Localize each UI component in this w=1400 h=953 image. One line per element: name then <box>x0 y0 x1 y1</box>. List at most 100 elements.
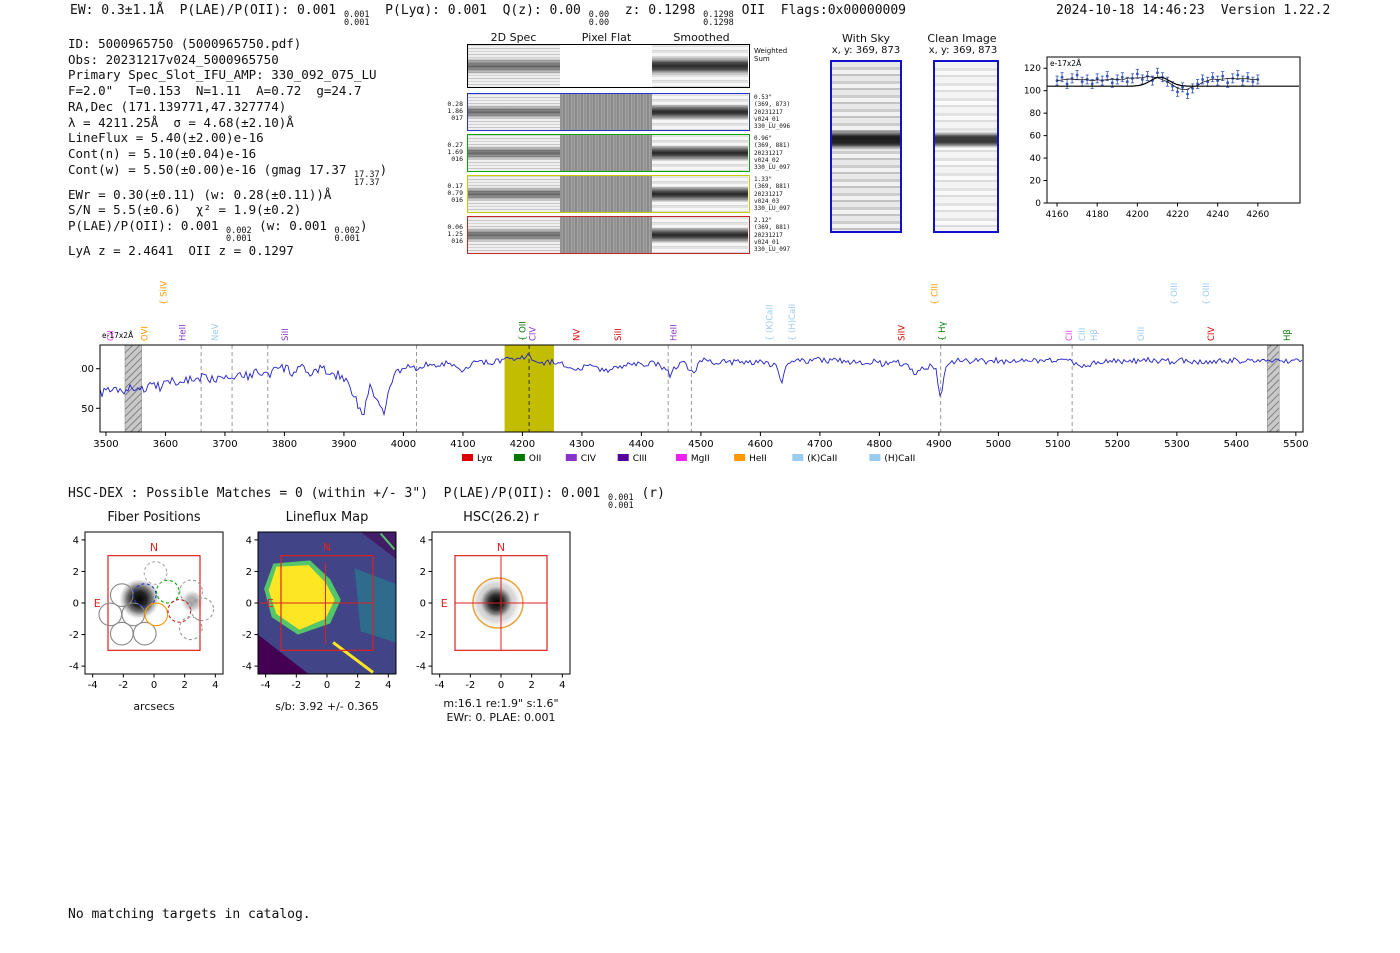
fiber-meta-value: 20231217 <box>754 109 790 116</box>
legend-label: Lyα <box>477 454 493 464</box>
clean-image-coords: x, y: 369, 873 <box>917 45 1009 56</box>
line-label: { (K)CaII <box>765 305 775 341</box>
info-line: Primary Spec_Slot_IFU_AMP: 330_092_075_L… <box>68 67 387 83</box>
fiber-meta-value: v024_01 <box>754 239 790 246</box>
x-tick-label: 5500 <box>1283 439 1308 450</box>
version-label: Version 1.22.2 <box>1221 3 1331 18</box>
x-tick-label: 0 <box>151 680 157 691</box>
text-segment: P(Lyα): 0.001 Q(z): 0.00 <box>370 3 589 18</box>
legend-label: (K)CaII <box>807 454 837 464</box>
line-label: OIII <box>1137 327 1147 341</box>
line-label: { OIII <box>1170 283 1180 305</box>
x-tick-label: 4300 <box>569 439 594 450</box>
weighted-label-line2: Sum <box>754 55 787 63</box>
legend-swatch <box>514 454 525 461</box>
x-tick-label: 3900 <box>331 439 356 450</box>
fiber-meta-value: 2.12" <box>754 217 790 224</box>
fiber-row-meta: 0.53"(369, 873)20231217v024_01330_LU_096 <box>754 94 790 130</box>
text-segment: S/N = 5.5(±0.6) χ² = 1.9(±0.2) <box>68 202 301 217</box>
info-line: ID: 5000965750 (5000965750.pdf) <box>68 36 387 52</box>
text-segment: RA,Dec (171.139771,47.327774) <box>68 99 286 114</box>
fiber-meta-value: 0.96" <box>754 135 790 142</box>
x-tick-label: 4000 <box>391 439 416 450</box>
legend-label: CIV <box>581 454 597 464</box>
line-label: HeII <box>179 324 189 341</box>
x-tick-label: -4 <box>88 680 98 691</box>
info-line: LyA z = 2.4641 OII z = 0.1297 <box>68 243 387 259</box>
x-tick-label: 4200 <box>510 439 535 450</box>
fiber-row-meta: 0.96"(369, 881)20231217v024_02330_LU_097 <box>754 135 790 171</box>
fiber-positions-panel: NE-4-4-2-2002244 <box>55 526 235 698</box>
x-tick-label: 4200 <box>1126 210 1149 220</box>
data-point <box>1241 79 1244 82</box>
x-tick-label: 5300 <box>1164 439 1189 450</box>
data-point <box>1156 71 1159 74</box>
x-tick-label: -2 <box>465 680 475 691</box>
compass-east-label: E <box>441 597 448 610</box>
text-segment: λ = 4211.25Å σ = 4.68(±2.10)Å <box>68 115 294 130</box>
header-timestamp-block: 2024-10-18 14:46:23Version 1.22.2 <box>1056 3 1330 18</box>
x-tick-label: 4240 <box>1206 210 1229 220</box>
text-segment: (r) <box>634 486 665 501</box>
data-point <box>1126 80 1129 83</box>
compass-east-label: E <box>94 597 101 610</box>
data-point <box>1061 76 1064 79</box>
y-tick-label: 2 <box>420 567 426 578</box>
line-label: OVI <box>141 326 151 341</box>
y-tick-label: 20 <box>1030 177 1042 187</box>
fiber-meta-value: 20231217 <box>754 191 790 198</box>
data-point <box>1221 75 1224 78</box>
data-point <box>1236 74 1239 77</box>
y-tick-label: 50 <box>81 404 94 415</box>
spec2d-fiber-row <box>467 93 750 131</box>
text-segment: Cont(w) = 5.50(±0.00)e-16 (gmag 17.37 <box>68 162 354 177</box>
fiber-meta-value: 20231217 <box>754 150 790 157</box>
text-segment: Primary Spec_Slot_IFU_AMP: 330_092_075_L… <box>68 67 377 82</box>
line-label: { OIII <box>1202 283 1212 305</box>
data-point <box>1246 76 1249 79</box>
y-tick-label: 4 <box>420 535 426 546</box>
fiber-xlabel: arcsecs <box>85 700 223 713</box>
fiber-meta-value: v024_03 <box>754 198 790 205</box>
legend-swatch <box>792 454 803 461</box>
x-tick-label: 4400 <box>629 439 654 450</box>
x-tick-label: 0 <box>324 680 330 691</box>
fiber-meta-value: 330_LU_097 <box>754 164 790 171</box>
footer-line-1: No matching targets in catalog. <box>68 907 311 923</box>
y-tick-label: -2 <box>416 630 426 641</box>
x-tick-label: 4 <box>212 680 218 691</box>
text-segment: ) <box>380 162 388 177</box>
info-line: Cont(n) = 5.10(±0.04)e-16 <box>68 146 387 162</box>
data-point <box>1226 81 1229 84</box>
x-tick-label: 4 <box>385 680 391 691</box>
legend-swatch <box>566 454 577 461</box>
legend-swatch <box>676 454 687 461</box>
line-label: HeII <box>670 324 680 341</box>
spec2d-fiber-row <box>467 216 750 254</box>
data-point <box>1121 76 1124 79</box>
text-segment: Cont(n) = 5.10(±0.04)e-16 <box>68 146 256 161</box>
line-label: CIV <box>529 327 539 341</box>
data-point <box>1186 93 1189 96</box>
x-tick-label: 2 <box>354 680 360 691</box>
clean-image-title: Clean Image <box>921 32 1003 45</box>
line-label: { SiIV <box>160 281 170 305</box>
line-label: { Hγ <box>938 321 948 341</box>
y-tick-label: 120 <box>1024 64 1041 74</box>
legend-swatch <box>618 454 629 461</box>
line-label: Hβ <box>1090 329 1100 341</box>
weighted-label-line1: Weighted <box>754 47 787 55</box>
info-line: λ = 4211.25Å σ = 4.68(±2.10)Å <box>68 115 387 131</box>
text-segment: ) <box>360 218 368 233</box>
fiber-meta-value: 330_LU_096 <box>754 123 790 130</box>
fiber-2d-spec-image <box>468 135 560 171</box>
text-segment: P(LAE)/P(OII): 0.001 <box>68 218 226 233</box>
faint-source-blob <box>180 589 204 613</box>
spec2d-fiber-row <box>467 134 750 172</box>
x-tick-label: 0 <box>498 680 504 691</box>
info-line: F=2.0" T=0.153 N=1.11 A=0.72 g=24.7 <box>68 83 387 99</box>
line-label: SiIV <box>897 325 907 341</box>
fiber-weight-value: 016 <box>437 197 463 204</box>
spec2d-col-title-pixelflat: Pixel Flat <box>560 31 653 44</box>
line-label: CII <box>1065 330 1075 341</box>
